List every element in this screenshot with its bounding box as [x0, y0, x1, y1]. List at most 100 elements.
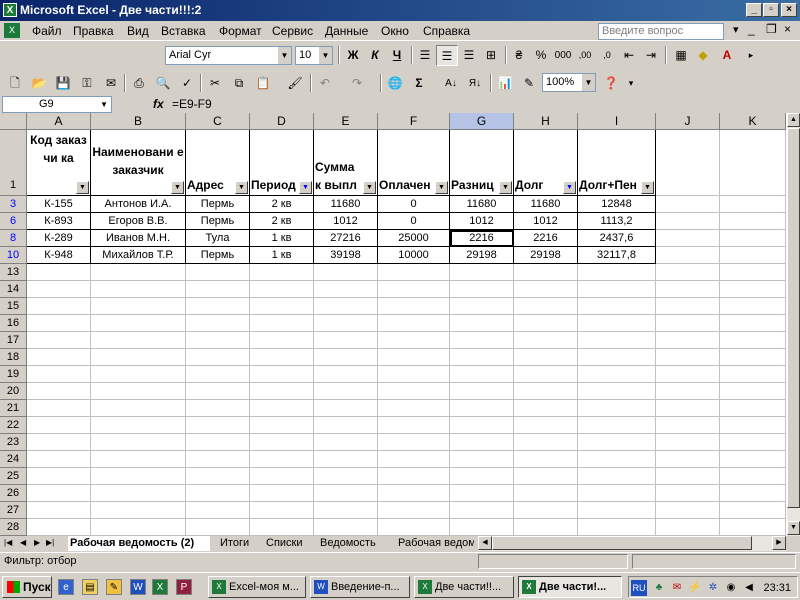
- empty-cell[interactable]: [578, 264, 656, 281]
- empty-cell[interactable]: [250, 485, 314, 502]
- empty-cell[interactable]: [656, 366, 720, 383]
- empty-cell[interactable]: [450, 468, 514, 485]
- cell-period[interactable]: 2 кв: [250, 196, 314, 213]
- empty-cell[interactable]: [91, 519, 186, 536]
- empty-cell[interactable]: [91, 281, 186, 298]
- empty-cell[interactable]: [91, 417, 186, 434]
- empty-cell[interactable]: [514, 366, 578, 383]
- decrease-indent-icon[interactable]: ⇤: [618, 45, 640, 66]
- empty-cell[interactable]: [578, 519, 656, 536]
- empty-cell[interactable]: [250, 434, 314, 451]
- row-header[interactable]: 6: [0, 213, 27, 230]
- empty-cell[interactable]: [314, 264, 378, 281]
- empty-cell[interactable]: [186, 434, 250, 451]
- empty-cell[interactable]: [720, 502, 786, 519]
- empty-cell[interactable]: [450, 281, 514, 298]
- toolbar-options-icon[interactable]: ▾: [620, 73, 642, 94]
- help-icon[interactable]: ❓: [600, 73, 622, 94]
- autosum-icon[interactable]: Σ: [408, 73, 430, 94]
- empty-cell[interactable]: [91, 485, 186, 502]
- empty-cell[interactable]: [314, 451, 378, 468]
- empty-cell[interactable]: [27, 315, 91, 332]
- empty-cell[interactable]: [450, 400, 514, 417]
- empty-cell[interactable]: [578, 485, 656, 502]
- name-box[interactable]: G9 ▼: [2, 96, 112, 113]
- cell-sum[interactable]: 39198: [314, 247, 378, 264]
- header-cell-name[interactable]: Наименовани е заказчик ▼: [91, 130, 186, 196]
- save-icon[interactable]: 💾: [52, 73, 74, 94]
- sheet-tab[interactable]: Списки: [266, 536, 303, 551]
- empty-cell[interactable]: [656, 264, 720, 281]
- cell-sum[interactable]: 27216: [314, 230, 378, 247]
- header-cell-diff[interactable]: Разниц ▼: [450, 130, 514, 196]
- empty-cell[interactable]: [186, 366, 250, 383]
- empty-cell[interactable]: [314, 383, 378, 400]
- autofilter-dropdown-icon[interactable]: ▼: [171, 181, 184, 194]
- header-cell-code[interactable]: Код заказчи ка ▼: [27, 130, 91, 196]
- empty-cell[interactable]: [578, 502, 656, 519]
- empty-cell[interactable]: [250, 383, 314, 400]
- spelling-icon[interactable]: ✓: [176, 73, 198, 94]
- empty-cell[interactable]: [656, 196, 720, 213]
- autofilter-dropdown-icon[interactable]: ▼: [76, 181, 89, 194]
- column-header-a[interactable]: A: [27, 113, 91, 130]
- empty-cell[interactable]: [314, 519, 378, 536]
- next-sheet-icon[interactable]: ▶: [34, 536, 40, 551]
- empty-cell[interactable]: [378, 315, 450, 332]
- empty-cell[interactable]: [314, 281, 378, 298]
- empty-cell[interactable]: [27, 400, 91, 417]
- empty-cell[interactable]: [656, 400, 720, 417]
- empty-cell[interactable]: [91, 264, 186, 281]
- autofilter-dropdown-icon[interactable]: ▼: [363, 181, 376, 194]
- chart-wizard-icon[interactable]: 📊: [494, 73, 516, 94]
- row-header[interactable]: 18: [0, 349, 27, 366]
- empty-cell[interactable]: [720, 196, 786, 213]
- empty-cell[interactable]: [514, 434, 578, 451]
- empty-cell[interactable]: [186, 349, 250, 366]
- scroll-right-icon[interactable]: ▶: [772, 536, 786, 550]
- empty-cell[interactable]: [250, 519, 314, 536]
- empty-cell[interactable]: [656, 417, 720, 434]
- row-header[interactable]: 25: [0, 468, 27, 485]
- row-header[interactable]: 17: [0, 332, 27, 349]
- sheet-tab[interactable]: Ведомость: [320, 536, 376, 551]
- new-document-icon[interactable]: 🗋: [4, 73, 26, 94]
- insert-function-button[interactable]: fx: [153, 97, 164, 111]
- empty-cell[interactable]: [450, 349, 514, 366]
- cell-name[interactable]: Иванов М.Н.: [91, 230, 186, 247]
- empty-cell[interactable]: [186, 468, 250, 485]
- empty-cell[interactable]: [656, 332, 720, 349]
- row-header[interactable]: 20: [0, 383, 27, 400]
- cell-sum[interactable]: 11680: [314, 196, 378, 213]
- row-header[interactable]: 24: [0, 451, 27, 468]
- empty-cell[interactable]: [450, 366, 514, 383]
- row-header[interactable]: 26: [0, 485, 27, 502]
- hyperlink-icon[interactable]: 🌐: [384, 73, 406, 94]
- close-button[interactable]: ×: [781, 3, 797, 17]
- empty-cell[interactable]: [91, 434, 186, 451]
- cell-debt-penalty[interactable]: 12848: [578, 196, 656, 213]
- empty-cell[interactable]: [656, 349, 720, 366]
- increase-decimal-icon[interactable]: ,00: [574, 45, 596, 66]
- formula-input[interactable]: =E9-F9: [172, 97, 212, 111]
- empty-cell[interactable]: [514, 264, 578, 281]
- vertical-scrollbar[interactable]: ▲ ▼: [786, 113, 800, 536]
- merge-center-icon[interactable]: ⊞: [480, 45, 502, 66]
- header-cell-debt-penalty[interactable]: Долг+Пен ▼: [578, 130, 656, 196]
- empty-cell[interactable]: [578, 366, 656, 383]
- empty-cell[interactable]: [450, 451, 514, 468]
- empty-cell[interactable]: [656, 434, 720, 451]
- menu-tools[interactable]: Сервис: [272, 24, 313, 38]
- prev-sheet-icon[interactable]: ◀: [20, 536, 26, 551]
- empty-cell[interactable]: [378, 349, 450, 366]
- empty-cell[interactable]: [91, 383, 186, 400]
- menu-help[interactable]: Справка: [423, 24, 470, 38]
- empty-cell[interactable]: [378, 451, 450, 468]
- empty-cell[interactable]: [314, 417, 378, 434]
- row-header[interactable]: 19: [0, 366, 27, 383]
- row-header[interactable]: 14: [0, 281, 27, 298]
- empty-cell[interactable]: [314, 434, 378, 451]
- empty-cell[interactable]: [578, 468, 656, 485]
- empty-cell[interactable]: [314, 315, 378, 332]
- menu-edit[interactable]: Правка: [73, 24, 114, 38]
